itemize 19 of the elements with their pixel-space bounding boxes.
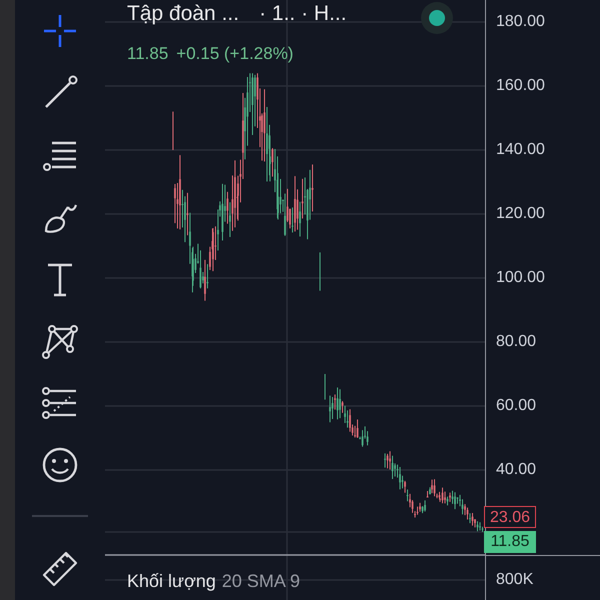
- last-price-badge: 11.85: [484, 531, 536, 553]
- price-change: +0.15 (+1.28%): [176, 44, 294, 64]
- symbol-details: · 1.. · H...: [259, 2, 347, 26]
- last-price: 11.85: [127, 44, 168, 64]
- price-label: 40.00: [496, 460, 536, 480]
- price-label: 80.00: [496, 332, 536, 352]
- price-label: 160.00: [496, 76, 545, 96]
- price-label: 100.00: [496, 268, 545, 288]
- price-label: 180.00: [496, 12, 545, 32]
- price-label: 60.00: [496, 396, 536, 416]
- price-label: 140.00: [496, 140, 545, 160]
- price-label: 120.00: [496, 204, 545, 224]
- volume-params: 20 SMA 9: [222, 571, 300, 592]
- high-price-badge: 23.06: [484, 506, 536, 528]
- volume-title: Khối lượng: [127, 571, 216, 592]
- status-indicator: [421, 2, 453, 34]
- volume-axis-label: 800K: [496, 570, 534, 590]
- symbol-name: Tập đoàn ...: [127, 2, 240, 26]
- smiley-icon[interactable]: [40, 445, 80, 485]
